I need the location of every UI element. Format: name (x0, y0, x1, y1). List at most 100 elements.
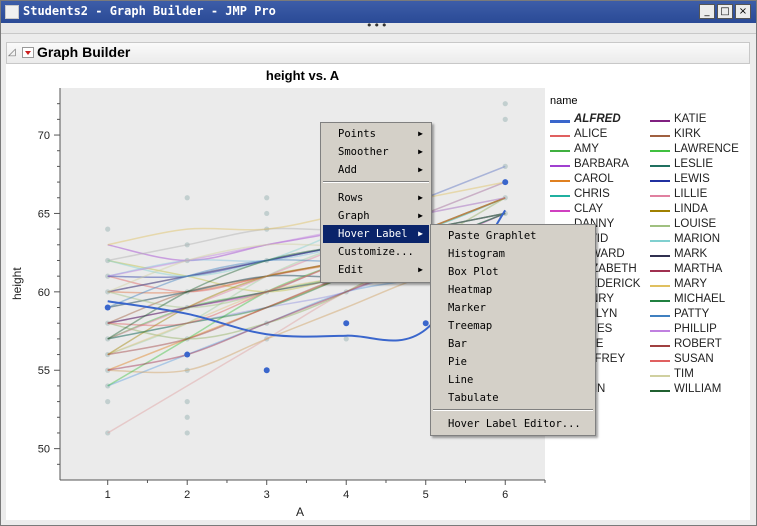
legend-swatch (650, 330, 670, 332)
legend-swatch (650, 165, 670, 167)
submenu-item-treemap[interactable]: Treemap (433, 317, 593, 335)
legend-swatch (550, 150, 570, 152)
legend-label: CLAY (574, 203, 604, 215)
menu-item-points[interactable]: Points ▶ (323, 125, 429, 143)
submenu-item-box-plot[interactable]: Box Plot (433, 263, 593, 281)
x-tick-label: 5 (423, 489, 429, 501)
menu-item-customize[interactable]: Customize... (323, 243, 429, 261)
context-menu: Points ▶ Smoother ▶ Add ▶ Rows ▶ Graph ▶ Hover Lab… (320, 122, 432, 283)
menu-item-smoother[interactable]: Smoother ▶ (323, 143, 429, 161)
legend-label: CHRIS (574, 188, 610, 200)
menu-item-label: Smoother (338, 146, 389, 158)
x-tick-label: 6 (502, 489, 508, 501)
legend-label: LAWRENCE (674, 143, 739, 155)
submenu-item-hover-label-editor[interactable]: Hover Label Editor... (433, 415, 593, 433)
submenu-item-marker[interactable]: Marker (433, 299, 593, 317)
legend-label: AMY (574, 143, 599, 155)
submenu-arrow-icon: ▶ (418, 229, 423, 238)
x-axis-title[interactable]: A (296, 505, 304, 519)
menu-item-label: Customize... (338, 246, 414, 258)
menu-separator (433, 409, 593, 411)
submenu-item-tabulate[interactable]: Tabulate (433, 389, 593, 407)
legend-swatch (550, 135, 570, 137)
y-tick-label: 65 (38, 208, 50, 220)
legend-label: PHILLIP (674, 323, 717, 335)
menu-item-label: Add (338, 164, 357, 176)
legend-label: MARTHA (674, 263, 723, 275)
legend-label: BARBARA (574, 158, 629, 170)
menu-item-label: Graph (338, 210, 370, 222)
legend-label: ROBERT (674, 338, 722, 350)
submenu-item-bar[interactable]: Bar (433, 335, 593, 353)
legend-label: MICHAEL (674, 293, 726, 305)
submenu-item-paste-graphlet[interactable]: Paste Graphlet (433, 227, 593, 245)
legend-label: TIM (674, 368, 694, 380)
legend-swatch (650, 315, 670, 317)
legend-swatch (650, 345, 670, 347)
legend-label: LESLIE (674, 158, 713, 170)
legend-swatch (650, 255, 670, 257)
hover-label-submenu: Paste Graphlet Histogram Box Plot Heatmap Ma… (430, 224, 596, 436)
legend-label: PATTY (674, 308, 710, 320)
submenu-item-heatmap[interactable]: Heatmap (433, 281, 593, 299)
menu-item-graph[interactable]: Graph ▶ (323, 207, 429, 225)
menu-item-hover-label[interactable]: Hover Label ▶ (323, 225, 429, 243)
legend-label: ALICE (574, 128, 608, 140)
legend-label: KATIE (674, 113, 707, 125)
legend-swatch (550, 180, 570, 182)
submenu-arrow-icon: ▶ (418, 129, 423, 138)
legend-label: SUSAN (674, 353, 714, 365)
legend-swatch (550, 120, 570, 123)
x-tick-label: 2 (184, 489, 190, 501)
legend-swatch (650, 120, 670, 122)
legend-label: LILLIE (674, 188, 708, 200)
legend-swatch (650, 225, 670, 227)
y-axis-title[interactable]: height (10, 267, 24, 300)
legend-swatch (650, 390, 670, 392)
legend-title: name (550, 95, 578, 107)
legend-label: WILLIAM (674, 383, 722, 395)
submenu-item-histogram[interactable]: Histogram (433, 245, 593, 263)
legend-label: MARK (674, 248, 708, 260)
legend-swatch (650, 210, 670, 212)
submenu-item-pie[interactable]: Pie (433, 353, 593, 371)
legend-label: ALFRED (574, 113, 621, 125)
x-tick-label: 4 (343, 489, 349, 501)
legend-swatch (550, 195, 570, 197)
submenu-item-line[interactable]: Line (433, 371, 593, 389)
y-tick-label: 55 (38, 365, 50, 377)
y-tick-label: 70 (38, 130, 50, 142)
legend-label: CAROL (574, 173, 614, 185)
legend-swatch (650, 150, 670, 152)
submenu-arrow-icon: ▶ (418, 265, 423, 274)
legend-swatch (650, 240, 670, 242)
menu-item-add[interactable]: Add ▶ (323, 161, 429, 179)
legend-swatch (650, 375, 670, 377)
legend-label: LINDA (674, 203, 708, 215)
y-tick-label: 60 (38, 287, 50, 299)
legend-label: KIRK (674, 128, 701, 140)
legend-label: LOUISE (674, 218, 717, 230)
legend-label: LEWIS (674, 173, 710, 185)
legend-swatch (650, 360, 670, 362)
x-tick-label: 1 (105, 489, 111, 501)
submenu-arrow-icon: ▶ (418, 147, 423, 156)
menu-item-rows[interactable]: Rows ▶ (323, 189, 429, 207)
legend-label: MARY (674, 278, 708, 290)
legend-swatch (650, 285, 670, 287)
menu-item-label: Rows (338, 192, 364, 204)
menu-separator (323, 181, 429, 183)
menu-item-label: Points (338, 128, 376, 140)
legend-label: MARION (674, 233, 720, 245)
legend-swatch (550, 210, 570, 212)
menu-item-edit[interactable]: Edit ▶ (323, 261, 429, 279)
legend-swatch (550, 165, 570, 167)
x-tick-label: 3 (264, 489, 270, 501)
submenu-arrow-icon: ▶ (418, 211, 423, 220)
legend-swatch (650, 135, 670, 137)
menu-item-label: Hover Label (338, 228, 408, 240)
legend-swatch (650, 270, 670, 272)
legend-swatch (650, 195, 670, 197)
menu-item-label: Edit (338, 264, 364, 276)
submenu-arrow-icon: ▶ (418, 165, 423, 174)
